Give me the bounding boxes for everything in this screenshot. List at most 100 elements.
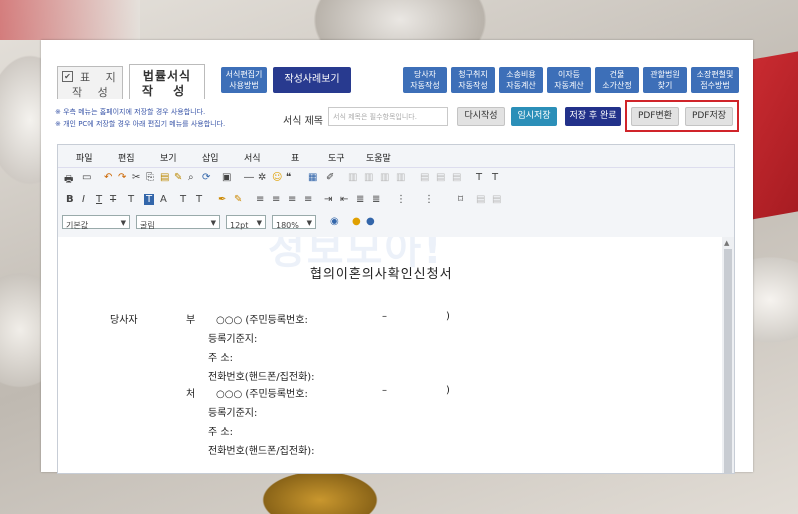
toolbar-row-1: 🖶 ▭ ↶ ↷ ✂ ⎘ ▤ ✎ ⌕ ⟳ ▣ ― ✲ ☺ ❝ ▦ ✐ ▥ ▥ ▥ …: [58, 169, 734, 189]
litigation-cost-button[interactable]: 소송비용 자동계산: [499, 67, 543, 93]
brush-icon[interactable]: ✒: [218, 194, 226, 205]
wife-addr: 주 소:: [208, 427, 233, 438]
undo-icon[interactable]: ↶: [104, 172, 112, 183]
wife-label: 처: [186, 389, 196, 400]
highlight-icon[interactable]: T: [144, 194, 155, 205]
menu-edit[interactable]: 편집: [118, 151, 135, 164]
interest-calc-button[interactable]: 이자등 자동계산: [547, 67, 591, 93]
ordered-list-icon[interactable]: ⋮: [396, 194, 406, 205]
paste-icon[interactable]: ▤: [160, 172, 169, 183]
table-tool-6-icon[interactable]: ▤: [436, 172, 445, 183]
document-page[interactable]: 정보모아! 협의이혼의사확인신청서 당사자 부 ○○○ (주민등록번호: – )…: [58, 237, 722, 473]
eraser-icon[interactable]: ✎: [234, 194, 242, 205]
rewrite-button[interactable]: 다시작성: [457, 107, 505, 126]
special-char-icon[interactable]: ✲: [258, 172, 266, 183]
table-tool-2-icon[interactable]: ▥: [364, 172, 373, 183]
pdf-save-button[interactable]: PDF저장: [685, 107, 733, 126]
menu-file[interactable]: 파일: [76, 151, 93, 164]
scroll-thumb[interactable]: [724, 249, 732, 473]
table-tool-4-icon[interactable]: ▥: [396, 172, 405, 183]
checkbox-icon[interactable]: ✔: [62, 71, 73, 82]
table-tool-5-icon[interactable]: ▤: [420, 172, 429, 183]
table-tool-3-icon[interactable]: ▥: [380, 172, 389, 183]
wife-name-line: ○○○ (주민등록번호:: [216, 389, 308, 400]
menu-insert[interactable]: 삽입: [202, 151, 219, 164]
layer-2-icon[interactable]: ▤: [492, 194, 501, 205]
font-color-icon[interactable]: T: [128, 194, 134, 205]
bold-icon[interactable]: B: [66, 194, 74, 205]
save-complete-button[interactable]: 저장 후 완료: [565, 107, 621, 126]
title-input[interactable]: 서식 제목은 필수항목입니다.: [328, 107, 448, 126]
table-tool-7-icon[interactable]: ▤: [452, 172, 461, 183]
examples-button[interactable]: 작성사례보기: [273, 67, 351, 93]
font-size-select[interactable]: 12pt ▼: [226, 215, 266, 230]
find-court-button[interactable]: 관할법원 찾기: [643, 67, 687, 93]
refresh-icon[interactable]: ⟳: [202, 172, 210, 183]
font-select[interactable]: 굴림 ▼: [136, 215, 220, 230]
align-left-icon[interactable]: ≡: [256, 194, 264, 205]
layer-1-icon[interactable]: ▤: [476, 194, 485, 205]
info-icon[interactable]: ●: [366, 216, 375, 227]
husband-id-dash: –: [382, 311, 387, 322]
menu-table[interactable]: 표: [291, 151, 299, 164]
editor-usage-button[interactable]: 서식편집기 사용방법: [221, 67, 267, 93]
align-center-icon[interactable]: ≡: [272, 194, 280, 205]
tab-cover[interactable]: ✔ 표 지 작 성: [57, 66, 123, 99]
redo-icon[interactable]: ↷: [118, 172, 126, 183]
strike-icon[interactable]: T: [110, 194, 116, 205]
editor-menubar: 파일 편집 보기 삽입 서식 표 도구 도움말: [58, 145, 734, 168]
husband-name-line: ○○○ (주민등록번호:: [216, 315, 308, 326]
auto-party-button[interactable]: 당사자 자동작성: [403, 67, 447, 93]
top-menu-row: ✔ 표 지 작 성 법률서식 작 성 서식편집기 사용방법 작성사례보기 당사자 자…: [53, 64, 743, 99]
scroll-up-icon[interactable]: ▲: [724, 239, 729, 247]
menu-tools[interactable]: 도구: [328, 151, 345, 164]
edit-icon[interactable]: ✐: [326, 172, 334, 183]
page-setup-icon[interactable]: ▭: [82, 172, 91, 183]
unordered-list-icon[interactable]: ⋮: [424, 194, 434, 205]
find-icon[interactable]: ⌕: [188, 172, 194, 183]
image-icon[interactable]: ▣: [222, 172, 231, 183]
husband-id-close: ): [446, 311, 450, 322]
paragraph-icon[interactable]: ≣: [372, 194, 380, 205]
box-icon[interactable]: ⌑: [458, 194, 463, 205]
menu-format[interactable]: 서식: [244, 151, 261, 164]
title-label: 서식 제목: [283, 116, 323, 127]
outdent-icon[interactable]: ⇤: [340, 194, 348, 205]
italic-icon[interactable]: I: [82, 194, 85, 205]
text-direction-icon[interactable]: T: [476, 172, 482, 183]
table-tool-1-icon[interactable]: ▥: [348, 172, 357, 183]
cut-icon[interactable]: ✂: [132, 172, 140, 183]
align-justify-icon[interactable]: ≡: [304, 194, 312, 205]
pdf-convert-button[interactable]: PDF변환: [631, 107, 679, 126]
tab-legal-form[interactable]: 법률서식 작 성: [129, 64, 205, 99]
auto-claim-button[interactable]: 청구취지 자동작성: [451, 67, 495, 93]
filing-method-button[interactable]: 소장편철및 접수방법: [691, 67, 739, 93]
superscript-icon[interactable]: T: [196, 194, 202, 205]
copy-icon[interactable]: ⎘: [146, 172, 154, 183]
help-icon[interactable]: ●: [352, 216, 361, 227]
zoom-select[interactable]: 180% ▼: [272, 215, 316, 230]
clear-format-icon[interactable]: A: [160, 194, 167, 205]
building-value-button[interactable]: 건물 소가산정: [595, 67, 639, 93]
form-editor-panel: ✔ 표 지 작 성 법률서식 작 성 서식편집기 사용방법 작성사례보기 당사자 자…: [41, 40, 753, 474]
temp-save-button[interactable]: 임시저장: [511, 107, 557, 126]
line-spacing-icon[interactable]: ≣: [356, 194, 364, 205]
quote-icon[interactable]: ❝: [286, 172, 291, 183]
format-painter-icon[interactable]: ✎: [174, 172, 182, 183]
table-icon[interactable]: ▦: [308, 172, 317, 183]
indent-icon[interactable]: ⇥: [324, 194, 332, 205]
align-right-icon[interactable]: ≡: [288, 194, 296, 205]
hr-icon[interactable]: ―: [244, 172, 254, 183]
underline-icon[interactable]: T: [96, 194, 102, 205]
vertical-scrollbar[interactable]: ▲: [722, 237, 734, 473]
wife-phone: 전화번호(핸드폰/집전화):: [208, 446, 315, 457]
menu-help[interactable]: 도움말: [366, 151, 391, 164]
text-direction-2-icon[interactable]: T: [492, 172, 498, 183]
style-select[interactable]: 기본값 ▼: [62, 215, 130, 230]
subscript-icon[interactable]: T: [180, 194, 186, 205]
emoji-icon[interactable]: ☺: [272, 172, 282, 183]
menu-view[interactable]: 보기: [160, 151, 177, 164]
accessibility-icon[interactable]: ◉: [330, 216, 339, 227]
print-icon[interactable]: 🖶: [64, 172, 73, 189]
wife-id-close: ): [446, 385, 450, 396]
